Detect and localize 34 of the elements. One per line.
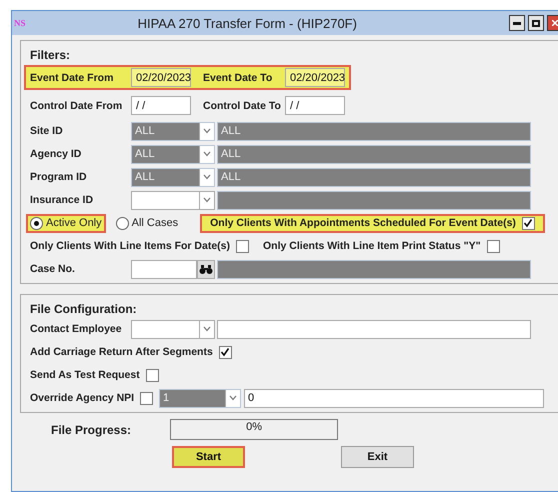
field-label: Event Date From (30, 72, 114, 84)
date-field[interactable]: 02/20/2023 (285, 68, 345, 87)
description-field: ALL (217, 122, 531, 140)
date-field[interactable]: / / (131, 96, 191, 115)
radio-option[interactable]: All Cases (112, 214, 182, 232)
progress-bar: 0% (170, 419, 338, 440)
field-label: Program ID (30, 171, 88, 183)
window-title: HIPAA 270 Transfer Form - (HIP270F) (136, 16, 358, 30)
radio-option[interactable]: Active Only (26, 214, 106, 232)
field-label: Insurance ID (30, 194, 94, 206)
date-field[interactable]: / / (285, 96, 345, 115)
description-field: ALL (217, 168, 531, 186)
section-heading: File Configuration: (30, 302, 137, 316)
field-label: Contact Employee (30, 323, 123, 335)
checkbox-label: Only Clients With Line Items For Date(s) (30, 240, 230, 252)
checkbox-label: Add Carriage Return After Segments (30, 346, 213, 358)
app-logo: NS (14, 18, 26, 28)
date-field[interactable]: 02/20/2023 (131, 68, 191, 87)
checkbox-label: Send As Test Request (30, 369, 140, 381)
field-label: Site ID (30, 125, 64, 137)
section-heading: Filters: (30, 48, 70, 62)
checkbox-label: Only Clients With Appointments Scheduled For Event Date(s) (210, 217, 516, 229)
description-field: ALL (217, 144, 531, 164)
progress-label: File Progress: (51, 422, 132, 436)
field-label: Event Date To (203, 72, 274, 84)
field-label: Control Date To (203, 100, 279, 112)
checkbox-label: Only Clients With Line Item Print Status "Y" (263, 240, 481, 252)
action-button[interactable]: Start (172, 446, 245, 468)
npi-field[interactable]: 0 (244, 388, 544, 408)
field-label: Control Date From (30, 100, 124, 112)
action-button[interactable]: Exit (341, 446, 414, 468)
checkbox-label: Override Agency NPI (30, 392, 134, 404)
field-label: Case No. (30, 263, 76, 275)
field-label: Agency ID (30, 148, 82, 160)
